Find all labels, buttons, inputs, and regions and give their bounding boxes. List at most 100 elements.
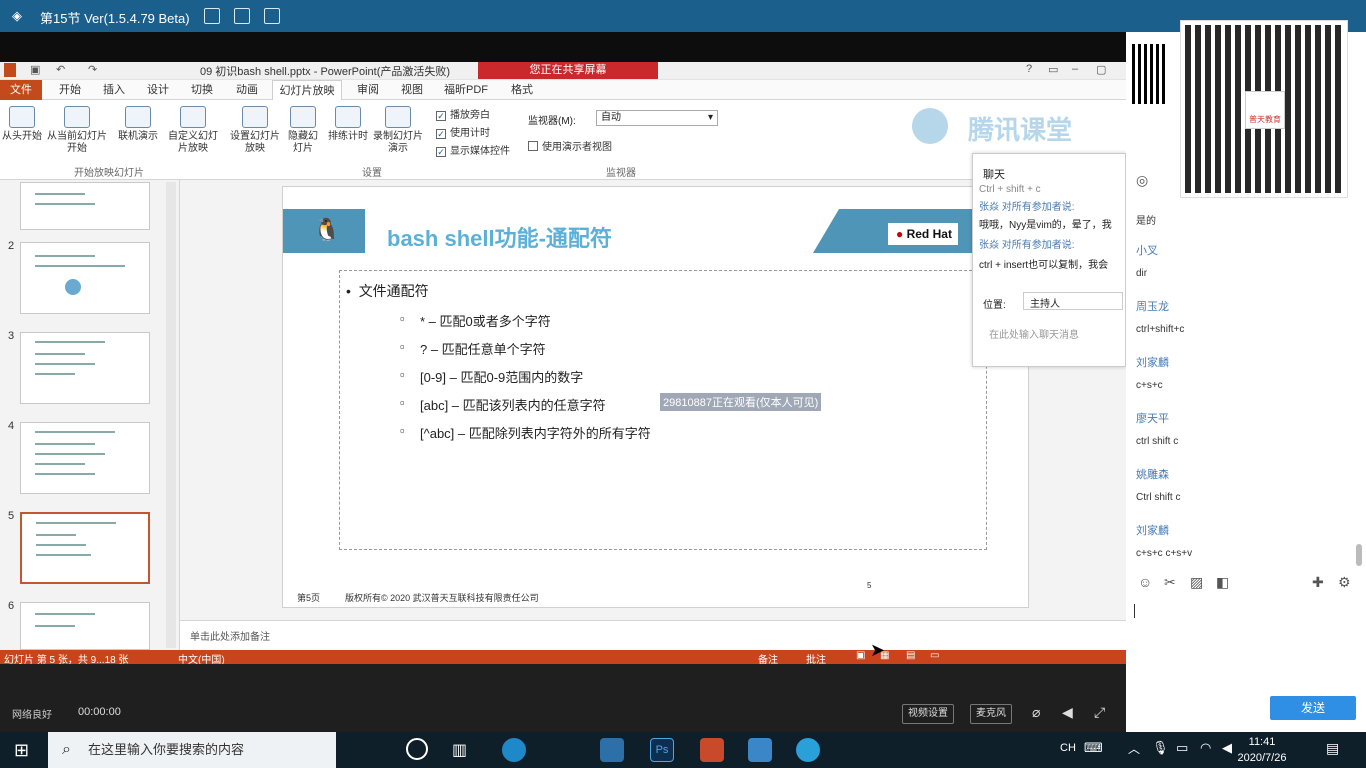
- use-timings-checkbox[interactable]: ✓ 使用计时: [436, 124, 490, 139]
- chat-sender: 小叉: [1136, 245, 1158, 257]
- from-beginning-button[interactable]: 从头开始: [2, 106, 42, 143]
- show-media-controls-checkbox[interactable]: ✓ 显示媒体控件: [436, 142, 510, 157]
- cortana-icon[interactable]: [406, 738, 428, 760]
- chat-message: dir: [1136, 268, 1148, 279]
- qr-caption: 普天教育: [1245, 91, 1285, 129]
- chat-sender: 廖天平: [1136, 413, 1169, 425]
- app-icon-red[interactable]: [700, 738, 724, 762]
- content-textbox[interactable]: • 文件通配符 * – 匹配0或者多个字符 ? – 匹配任意单个字符 [0-9]…: [339, 270, 987, 550]
- thumbnail-scrollbar[interactable]: [166, 182, 176, 648]
- normal-view-icon[interactable]: ▣: [856, 650, 865, 661]
- custom-show-button[interactable]: 自定义幻灯片放映: [168, 106, 218, 155]
- tab-transitions[interactable]: 切换: [180, 80, 224, 100]
- volume-icon[interactable]: ◀: [1222, 740, 1232, 756]
- mail-icon[interactable]: [600, 738, 624, 762]
- chat-input[interactable]: 在此处输入聊天消息: [989, 326, 1079, 341]
- qr-code-large: 普天教育: [1180, 20, 1348, 198]
- minimize-icon[interactable]: –: [1072, 63, 1078, 75]
- position-select[interactable]: 主持人: [1023, 292, 1123, 310]
- photoshop-icon[interactable]: Ps: [650, 738, 674, 762]
- clock[interactable]: 11:41 2020/7/26: [1234, 734, 1290, 766]
- chat-line: Ctrl + shift + c: [979, 184, 1041, 195]
- slide-thumbnail-selected[interactable]: [20, 512, 150, 584]
- microphone-button[interactable]: 麦克风: [970, 704, 1012, 724]
- wifi-icon[interactable]: ◠: [1200, 740, 1211, 756]
- fullscreen-icon[interactable]: ⤢: [1094, 704, 1105, 721]
- chat-line: 张焱 对所有参加者说:: [979, 202, 1075, 213]
- windows-start-icon[interactable]: ⊞: [14, 740, 29, 761]
- setup-show-button[interactable]: 设置幻灯片放映: [228, 106, 282, 155]
- settings-icon[interactable]: ⚙: [1338, 574, 1351, 591]
- home-icon[interactable]: [264, 8, 280, 24]
- ribbon-display-icon[interactable]: ▭: [1048, 63, 1058, 76]
- tencent-classroom-icon[interactable]: [748, 738, 772, 762]
- taskbar-search[interactable]: ⌕ 在这里输入你要搜索的内容: [48, 732, 336, 768]
- slide-thumbnail[interactable]: [20, 182, 150, 230]
- slide-thumbnail[interactable]: [20, 422, 150, 494]
- app-icon: ◈: [12, 8, 22, 23]
- from-current-button[interactable]: 从当前幻灯片开始: [44, 106, 110, 155]
- send-button[interactable]: 发送: [1270, 696, 1356, 720]
- presenter-view-checkbox[interactable]: 使用演示者视图: [528, 138, 612, 153]
- slide-thumbnail[interactable]: [20, 332, 150, 404]
- clock-time: 11:41: [1248, 736, 1276, 748]
- task-view-icon[interactable]: ▥: [452, 740, 467, 760]
- tab-file[interactable]: 文件: [0, 80, 42, 100]
- record-button[interactable]: 录制幻灯片演示: [370, 106, 426, 155]
- tab-view[interactable]: 视图: [390, 80, 434, 100]
- tab-slideshow[interactable]: 幻灯片放映: [272, 80, 342, 100]
- notes-pane[interactable]: 单击此处添加备注: [180, 620, 1126, 650]
- edge-icon[interactable]: [502, 738, 526, 762]
- speaker-icon[interactable]: ◀: [1062, 704, 1073, 721]
- list-item: [abc] – 匹配该列表内的任意字符: [400, 395, 606, 414]
- play-narrations-checkbox[interactable]: ✓ 播放旁白: [436, 106, 490, 121]
- tab-format[interactable]: 格式: [500, 80, 544, 100]
- tray-chevron-icon[interactable]: ︿: [1128, 740, 1140, 757]
- tab-animations[interactable]: 动画: [224, 80, 270, 100]
- image-icon[interactable]: ▨: [1190, 574, 1203, 591]
- message-input[interactable]: [1132, 598, 1360, 688]
- undo-icon[interactable]: ↶: [56, 63, 65, 76]
- mic-muted-icon[interactable]: ⌀: [1032, 704, 1040, 721]
- add-member-icon[interactable]: ✚: [1312, 574, 1324, 591]
- elapsed-time: 00:00:00: [78, 706, 121, 718]
- group-setup: 设置: [362, 168, 382, 179]
- online-present-button[interactable]: 联机演示: [114, 106, 162, 143]
- slideshow-view-icon[interactable]: ▭: [930, 650, 939, 661]
- tab-foxit-pdf[interactable]: 福昕PDF: [436, 80, 496, 100]
- save-icon[interactable]: ▣: [30, 63, 40, 76]
- chat-scrollbar[interactable]: [1356, 544, 1362, 566]
- notification-icon[interactable]: ▤: [1326, 740, 1339, 757]
- redo-icon[interactable]: ↷: [88, 63, 97, 76]
- slide-thumbnail[interactable]: [20, 602, 150, 650]
- chat-sender: 刘家麟: [1136, 357, 1169, 369]
- tab-review[interactable]: 审阅: [346, 80, 390, 100]
- restore-icon[interactable]: ▢: [1096, 63, 1106, 76]
- slide-thumbnail[interactable]: [20, 242, 150, 314]
- video-app-icon[interactable]: [796, 738, 820, 762]
- tab-design[interactable]: 设计: [136, 80, 180, 100]
- reading-view-icon[interactable]: ▤: [906, 650, 915, 661]
- help-icon[interactable]: ?: [1026, 63, 1032, 75]
- slide-title[interactable]: bash shell功能-通配符: [387, 221, 612, 253]
- share-icon[interactable]: [234, 8, 250, 24]
- monitor-label: 监视器(M):: [528, 116, 576, 127]
- bullet-main: • 文件通配符: [346, 283, 429, 299]
- slide-number: 5: [8, 510, 15, 522]
- tab-insert[interactable]: 插入: [92, 80, 136, 100]
- scissors-icon[interactable]: ✂: [1164, 574, 1176, 591]
- monitor-select[interactable]: 自动 ▾: [596, 110, 718, 126]
- from-current-label: 从当前幻灯片开始: [47, 131, 107, 154]
- emoji-icon[interactable]: ☺: [1138, 574, 1152, 590]
- microphone-tray-icon[interactable]: 🎙: [1152, 740, 1169, 756]
- custom-show-label: 自定义幻灯片放映: [168, 131, 218, 154]
- keyboard-icon[interactable]: ⌨: [1084, 740, 1103, 756]
- video-settings-button[interactable]: 视频设置: [902, 704, 954, 724]
- gift-icon[interactable]: ◧: [1216, 574, 1229, 591]
- rehearse-button[interactable]: 排练计时: [326, 106, 370, 143]
- input-language[interactable]: CH: [1060, 742, 1076, 754]
- hide-slide-button[interactable]: 隐藏幻灯片: [284, 106, 322, 155]
- battery-icon[interactable]: ▭: [1176, 740, 1188, 756]
- edit-icon[interactable]: [204, 8, 220, 24]
- tab-home[interactable]: 开始: [48, 80, 92, 100]
